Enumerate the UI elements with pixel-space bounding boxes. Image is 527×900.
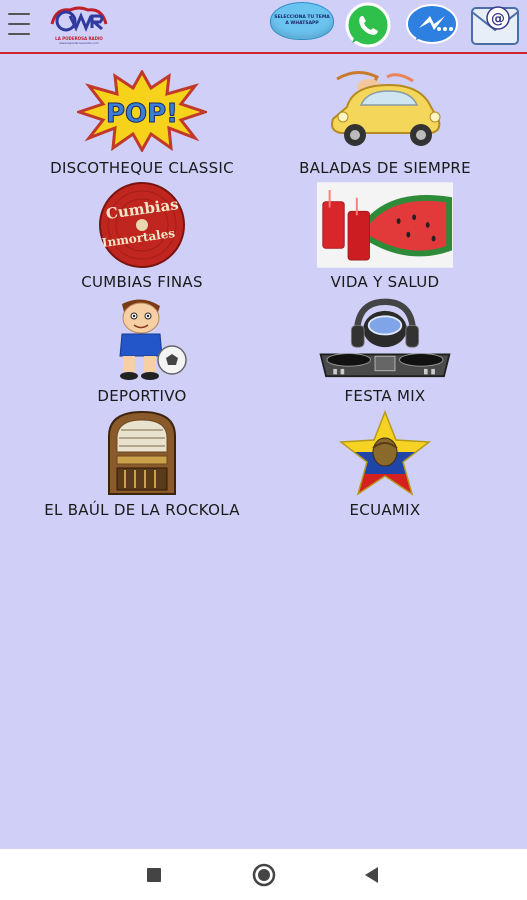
soccer-kid-icon [74, 294, 210, 384]
station-label: CUMBIAS FINAS [81, 273, 203, 291]
svg-text:@: @ [491, 11, 505, 27]
hamburger-menu-icon[interactable] [8, 13, 30, 35]
whatsapp-request-bubble[interactable]: SELECCIONA TU TEMA A WHATSAPP [270, 2, 336, 46]
system-navigation-bar [0, 849, 527, 900]
vintage-car-icon [317, 66, 453, 156]
station-vida-y-salud[interactable]: VIDA Y SALUD [255, 180, 515, 294]
email-icon[interactable]: @ [468, 2, 524, 52]
logo-mark-icon [50, 6, 108, 32]
station-label: BALADAS DE SIEMPRE [299, 159, 471, 177]
station-baladas-de-siempre[interactable]: BALADAS DE SIEMPRE [255, 66, 515, 180]
cumbias-disc-icon: Cumbias Inmortales [74, 180, 210, 270]
station-label: DISCOTHEQUE CLASSIC [50, 159, 234, 177]
station-label: VIDA Y SALUD [330, 273, 440, 291]
home-icon[interactable] [239, 849, 289, 900]
station-festa-mix[interactable]: FESTA MIX [255, 294, 515, 408]
station-label: FESTA MIX [344, 387, 426, 405]
jukebox-icon [74, 408, 210, 498]
messenger-icon[interactable] [404, 2, 460, 50]
recent-apps-icon[interactable] [129, 849, 179, 900]
app-header: LA PODEROSA RADIO www.lapoderosaradio.co… [0, 0, 527, 54]
station-discotheque-classic[interactable]: POP! DISCOTHEQUE CLASSIC [12, 66, 272, 180]
back-icon[interactable] [346, 849, 396, 900]
dj-headphones-icon [317, 294, 453, 384]
station-cumbias-finas[interactable]: Cumbias Inmortales CUMBIAS FINAS [12, 180, 272, 294]
watermelon-juice-icon [317, 180, 453, 270]
ecuador-flag-star-icon [317, 408, 453, 498]
station-label: DEPORTIVO [97, 387, 187, 405]
station-logo[interactable]: LA PODEROSA RADIO www.lapoderosaradio.co… [48, 4, 110, 48]
station-ecuamix[interactable]: ECUAMIX [255, 408, 515, 522]
whatsapp-icon[interactable] [340, 2, 396, 50]
bubble-text-line2: A WHATSAPP [285, 21, 319, 26]
station-label: EL BAÚL DE LA ROCKOLA [44, 501, 240, 519]
pop-text: POP! [106, 99, 178, 129]
station-el-baul-de-la-rockola[interactable]: EL BAÚL DE LA ROCKOLA [12, 408, 272, 522]
pop-burst-icon: POP! [74, 66, 210, 156]
station-label: ECUAMIX [349, 501, 421, 519]
station-deportivo[interactable]: DEPORTIVO [12, 294, 272, 408]
logo-url: www.lapoderosaradio.com [59, 41, 99, 45]
